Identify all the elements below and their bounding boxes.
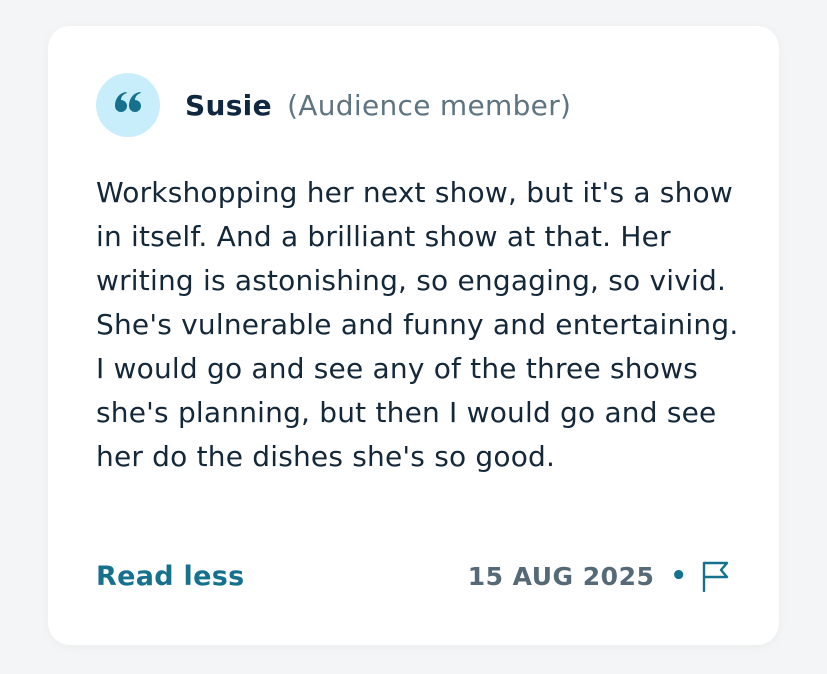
author-role: (Audience member) bbox=[287, 88, 572, 122]
author-name: Susie bbox=[185, 88, 272, 122]
avatar bbox=[96, 73, 160, 137]
review-header: Susie (Audience member) bbox=[96, 73, 571, 137]
review-text: Workshopping her next show, but it's a s… bbox=[96, 176, 739, 473]
read-less-link[interactable]: Read less bbox=[96, 561, 244, 592]
flag-icon[interactable] bbox=[701, 560, 731, 592]
quote-icon bbox=[113, 92, 143, 118]
separator-dot: • bbox=[670, 561, 687, 591]
review-card: Susie (Audience member) Workshopping her… bbox=[48, 26, 779, 645]
review-meta: 15 AUG 2025 • bbox=[468, 560, 731, 592]
review-date: 15 AUG 2025 bbox=[467, 561, 655, 591]
author-line: Susie (Audience member) bbox=[185, 89, 571, 122]
review-footer: Read less 15 AUG 2025 • bbox=[96, 556, 731, 596]
